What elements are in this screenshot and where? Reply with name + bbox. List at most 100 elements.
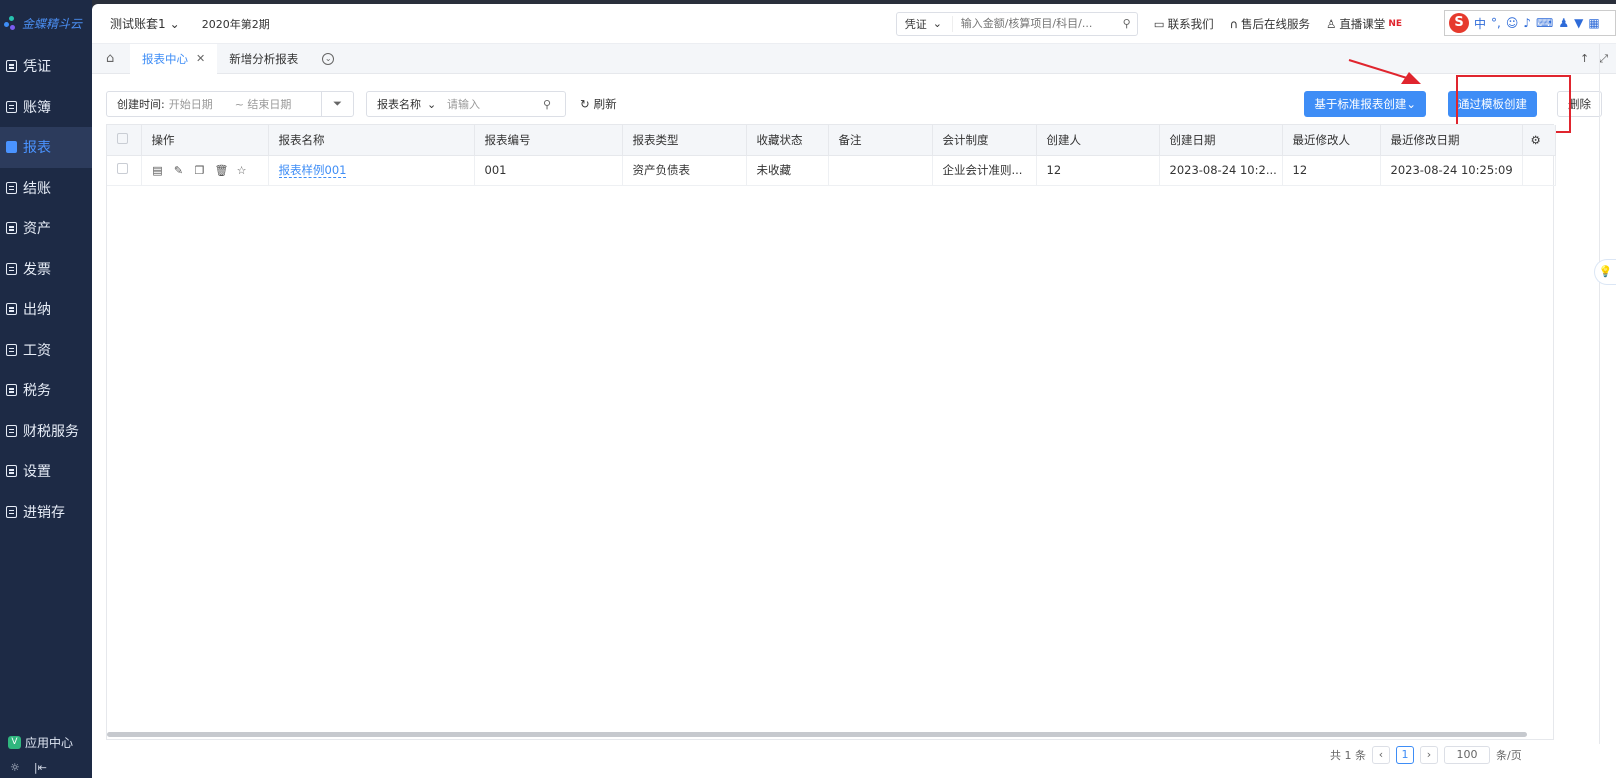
create-from-standard-label: 基于标准报表创建 (1314, 99, 1407, 111)
report-icon (6, 141, 17, 154)
ime-mode[interactable]: 中 (1474, 15, 1486, 32)
contact-link[interactable]: ▭ 联系我们 (1154, 16, 1214, 32)
column-header[interactable]: 报表编号 (474, 125, 623, 156)
select-all-checkbox[interactable] (107, 125, 142, 156)
cell-modified-date: 2023-08-24 10:25:09 (1380, 155, 1523, 186)
chevron-down-icon: ⌄ (1406, 99, 1416, 111)
cell-modifier: 12 (1282, 155, 1381, 186)
tab-new-analysis-report[interactable]: 新增分析报表 (217, 44, 310, 74)
app-center-button[interactable]: V 应用中心 (0, 728, 92, 756)
column-header[interactable]: 报表名称 (268, 125, 475, 156)
brand-logo[interactable]: 金蝶精斗云 (0, 0, 92, 46)
scroll-top-icon[interactable]: ↑ (1580, 52, 1589, 66)
search-input[interactable] (952, 17, 1117, 30)
current-page[interactable]: 1 (1396, 746, 1414, 764)
column-header[interactable]: 最近修改日期 (1380, 125, 1523, 156)
chevron-down-icon: ⌄ (932, 17, 942, 30)
sidebar: 金蝶精斗云 凭证 账簿 报表 结账 资产 发票 出纳 工资 税务 财税服务 设置… (0, 0, 92, 778)
live-class-label: 直播课堂 (1339, 16, 1386, 31)
sidebar-item-invoice[interactable]: 发票 (0, 249, 92, 290)
cell-report-type: 资产负债表 (622, 155, 747, 186)
account-selector[interactable]: 测试账套1 ⌄ (110, 15, 180, 32)
row-checkbox[interactable] (107, 155, 142, 186)
sidebar-nav: 凭证 账簿 报表 结账 资产 发票 出纳 工资 税务 财税服务 设置 进销存 (0, 46, 92, 532)
view-icon[interactable]: ▤ (152, 164, 164, 177)
end-date-input[interactable]: ~ 结束日期 (235, 96, 292, 112)
sidebar-item-label: 发票 (23, 261, 51, 278)
cell-report-name[interactable]: 报表样例001 (268, 155, 475, 186)
column-header[interactable]: 收藏状态 (746, 125, 829, 156)
tabs-more-icon[interactable]: ⌄ (322, 52, 335, 65)
theme-icon[interactable]: ☼ (10, 761, 20, 774)
search-type-select[interactable]: 凭证 ⌄ (897, 15, 953, 32)
keyboard-icon[interactable]: ⌨ (1536, 16, 1553, 30)
chevron-down-icon: ⌄ (169, 16, 180, 31)
report-name-input[interactable]: 请输入 (447, 96, 543, 112)
sidebar-item-inventory[interactable]: 进销存 (0, 492, 92, 533)
filter-icon[interactable]: ⏷ (321, 92, 353, 116)
sidebar-item-ledger[interactable]: 账簿 (0, 87, 92, 128)
sidebar-item-label: 税务 (23, 383, 51, 400)
edit-icon[interactable]: ✎ (173, 164, 185, 177)
report-name-link[interactable]: 报表样例001 (278, 163, 347, 178)
horizontal-scrollbar[interactable] (107, 732, 1527, 737)
column-header[interactable]: 创建日期 (1159, 125, 1283, 156)
fullscreen-icon[interactable]: ⤢ (1599, 52, 1608, 66)
ime-punctuation[interactable]: °, (1491, 16, 1501, 30)
grid-icon[interactable]: ▦ (1588, 16, 1599, 30)
prev-page-button[interactable]: ‹ (1372, 746, 1390, 764)
column-header[interactable]: 报表类型 (622, 125, 747, 156)
table-row: ▤ ✎ ❐ 🗑 ☆ 报表样例001 001 资产负债表 未收藏 企业会计准则..… (107, 155, 1556, 186)
column-header[interactable]: 最近修改人 (1282, 125, 1381, 156)
shirt-icon[interactable]: ▼ (1574, 16, 1583, 30)
cell-created-date: 2023-08-24 10:2... (1159, 155, 1283, 186)
column-header[interactable]: 创建人 (1036, 125, 1160, 156)
search-icon[interactable]: ⚲ (1117, 17, 1137, 30)
invoice-icon (6, 262, 17, 275)
sidebar-item-tax[interactable]: 税务 (0, 370, 92, 411)
tab-report-center[interactable]: 报表中心 ✕ (130, 43, 218, 74)
person-icon[interactable]: ♟ (1558, 16, 1569, 30)
after-sales-link[interactable]: ∩ 售后在线服务 (1230, 16, 1310, 32)
create-from-standard-button[interactable]: 基于标准报表创建 ⌄ (1304, 91, 1426, 117)
sidebar-item-label: 出纳 (23, 302, 51, 319)
search-field-select[interactable]: 报表名称 ⌄ (367, 96, 447, 112)
cell-accounting-system: 企业会计准则... (932, 155, 1037, 186)
sidebar-item-closing[interactable]: 结账 (0, 168, 92, 209)
search-type-label: 凭证 (904, 17, 927, 31)
sidebar-item-service[interactable]: 财税服务 (0, 411, 92, 452)
star-icon[interactable]: ☆ (236, 164, 248, 177)
lightbulb-icon[interactable]: 💡 (1594, 259, 1616, 285)
emoji-icon[interactable]: ☺ (1506, 16, 1519, 30)
sidebar-item-asset[interactable]: 资产 (0, 208, 92, 249)
page-size-select[interactable]: 100 (1444, 746, 1490, 764)
start-date-input[interactable]: 开始日期 (169, 96, 213, 112)
trash-icon[interactable]: 🗑 (215, 164, 229, 177)
sidebar-item-label: 凭证 (23, 59, 51, 76)
column-header[interactable]: 会计制度 (932, 125, 1037, 156)
next-page-button[interactable]: › (1420, 746, 1438, 764)
close-icon[interactable]: ✕ (196, 52, 205, 65)
ledger-icon (6, 100, 17, 113)
sidebar-item-voucher[interactable]: 凭证 (0, 46, 92, 87)
sogou-logo-icon[interactable]: S (1449, 13, 1469, 33)
tax-icon (6, 384, 17, 397)
sidebar-item-cashier[interactable]: 出纳 (0, 289, 92, 330)
home-icon[interactable]: ⌂ (106, 51, 130, 66)
sidebar-item-label: 报表 (23, 140, 51, 157)
sidebar-item-salary[interactable]: 工资 (0, 330, 92, 371)
collapse-icon[interactable]: |⇤ (34, 761, 47, 774)
cell-empty (1522, 155, 1556, 186)
table-header: 操作 报表名称 报表编号 报表类型 收藏状态 备注 会计制度 创建人 创建日期 … (107, 125, 1556, 156)
copy-icon[interactable]: ❐ (194, 164, 206, 177)
refresh-button[interactable]: ↻ 刷新 (580, 96, 617, 112)
date-range-filter[interactable]: 创建时间: 开始日期 ~ 结束日期 ⏷ (106, 91, 354, 117)
column-settings-icon[interactable]: ⚙ (1522, 125, 1556, 156)
microphone-icon[interactable]: ♪ (1523, 16, 1531, 30)
sidebar-item-settings[interactable]: 设置 (0, 451, 92, 492)
logo-icon (4, 16, 18, 30)
sidebar-item-report[interactable]: 报表 (0, 127, 92, 168)
search-icon[interactable]: ⚲ (543, 98, 565, 111)
live-class-link[interactable]: ♙ 直播课堂 NE (1326, 16, 1402, 32)
column-header[interactable]: 备注 (828, 125, 933, 156)
